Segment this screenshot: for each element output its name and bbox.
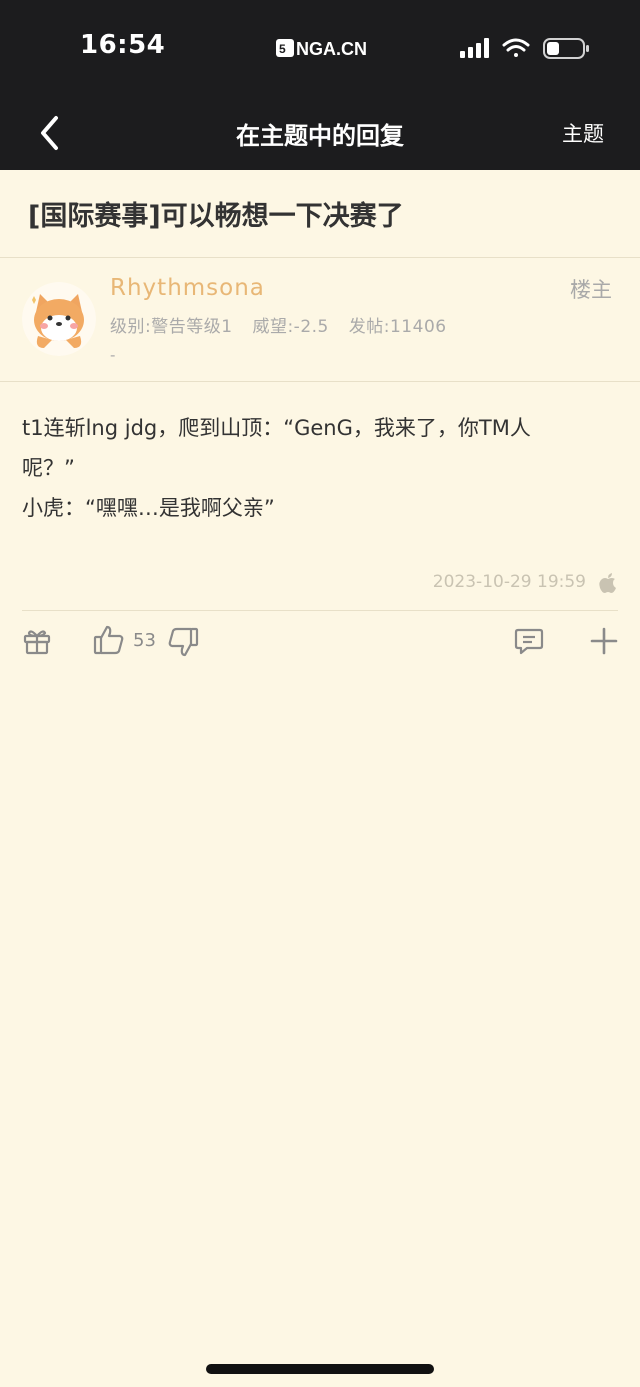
author-level: 级别:警告等级1 — [110, 317, 233, 337]
nav-title: 在主题中的回复 — [236, 122, 404, 150]
floor-tag: 楼主 — [570, 278, 612, 302]
post-line: 小虎：“嘿嘿…是我啊父亲” — [22, 496, 275, 520]
plus-icon — [590, 627, 618, 655]
gift-icon[interactable] — [22, 626, 52, 656]
topic-button[interactable]: 主题 — [562, 118, 604, 148]
comment-button[interactable] — [514, 626, 544, 656]
cellular-signal-icon — [460, 38, 489, 58]
thumbs-up-icon — [93, 625, 124, 655]
topic-title: [国际赛事]可以畅想一下决赛了 — [28, 201, 404, 232]
comment-icon — [514, 628, 544, 655]
author-reputation: 威望:-2.5 — [252, 317, 329, 337]
battery-icon — [543, 38, 589, 59]
post-line: 呢？” — [22, 456, 75, 480]
divider — [0, 381, 640, 382]
like-count: 53 — [133, 630, 156, 651]
status-bar: 16:54 5 NGA.CN — [0, 0, 640, 96]
apple-icon — [599, 573, 616, 593]
post-content: t1连斩lng jdg，爬到山顶：“GenG，我来了，你TM人 呢？” 小虎：“… — [22, 408, 618, 528]
like-button[interactable] — [93, 624, 125, 656]
author-meta: 级别:警告等级1 威望:-2.5 发帖:11406 — [110, 312, 461, 337]
more-button[interactable] — [589, 626, 619, 656]
status-time: 16:54 — [80, 30, 166, 60]
nav-bar: 在主题中的回复 主题 — [0, 96, 640, 170]
author-signature: - — [110, 346, 116, 364]
divider — [0, 257, 640, 258]
home-indicator[interactable] — [206, 1364, 434, 1374]
avatar[interactable] — [22, 282, 96, 356]
post-line: t1连斩lng jdg，爬到山顶：“GenG，我来了，你TM人 — [22, 416, 531, 440]
thumbs-down-icon — [168, 627, 199, 657]
shiba-avatar-icon — [32, 294, 84, 348]
status-icons — [460, 38, 589, 59]
author-name[interactable]: Rhythmsona — [110, 275, 265, 301]
divider — [22, 610, 618, 611]
svg-text:5: 5 — [279, 42, 286, 56]
carrier-logo: 5 NGA.CN — [276, 39, 367, 59]
wifi-icon — [502, 38, 530, 57]
post-timestamp: 2023-10-29 19:59 — [432, 572, 586, 592]
author-post-count: 发帖:11406 — [348, 317, 447, 337]
dislike-button[interactable] — [167, 626, 199, 658]
carrier-text: NGA.CN — [296, 39, 367, 59]
